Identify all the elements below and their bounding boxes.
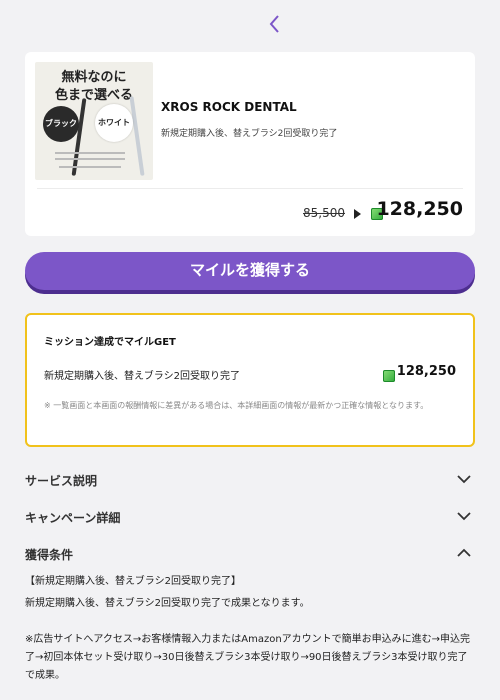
chevron-left-icon [269,15,279,33]
section-campaign-details[interactable]: キャンペーン詳細 [25,505,475,529]
get-miles-button[interactable]: マイルを獲得する [25,252,475,290]
mission-title: ミッション達成でマイルGET [44,337,176,348]
mission-note: ※ 一覧画面と本画面の報酬情報に差異がある場合は、本詳細画面の情報が最新かつ正確… [44,401,429,410]
chevron-down-icon [457,475,471,484]
thumbnail-headline-1: 無料なのに [61,70,127,85]
conditions-line-1: 新規定期購入後、替えブラシ2回受取り完了で成果となります。 [25,598,310,609]
divider [37,188,463,189]
thumbnail-fineprint [55,152,125,154]
thumbnail-white-badge: ホワイト [95,104,133,142]
offer-description: 新規定期購入後、替えブラシ2回受取り完了 [161,129,338,139]
section-acquisition-conditions[interactable]: 獲得条件 [25,542,475,566]
mission-description: 新規定期購入後、替えブラシ2回受取り完了 [44,371,240,382]
chevron-up-icon [457,548,471,557]
conditions-heading: 【新規定期購入後、替えブラシ2回受取り完了】 [25,576,241,587]
back-button[interactable] [264,12,286,36]
arrow-right-icon [354,209,361,219]
section-label: キャンペーン詳細 [25,511,121,525]
thumbnail-headline-2: 色まで選べる [54,88,133,103]
offer-card[interactable]: 無料なのに 色まで選べる ブラック ホワイト XROS ROCK DENTAL … [25,52,475,236]
offer-thumbnail: 無料なのに 色まで選べる ブラック ホワイト [35,62,153,180]
chevron-down-icon [457,512,471,521]
thumbnail-fineprint [59,166,121,168]
mission-points: 128,250 [396,364,456,379]
toothbrush-white [129,96,145,176]
toothbrush-black [71,98,87,176]
section-label: 獲得条件 [25,548,74,562]
mission-box: ミッション達成でマイルGET 新規定期購入後、替えブラシ2回受取り完了 128,… [25,313,475,447]
thumbnail-fineprint [55,158,125,160]
conditions-line-2: ※広告サイトへアクセス→お客様情報入力またはAmazonアカウントで簡単お申込み… [25,634,471,681]
offer-points: 128,250 [376,198,463,220]
gem-icon [383,370,395,382]
old-points: 85,500 [303,206,345,220]
section-service-description[interactable]: サービス説明 [25,468,475,492]
offer-title: XROS ROCK DENTAL [161,100,297,114]
section-label: サービス説明 [25,474,98,488]
thumbnail-black-badge: ブラック [43,106,79,142]
